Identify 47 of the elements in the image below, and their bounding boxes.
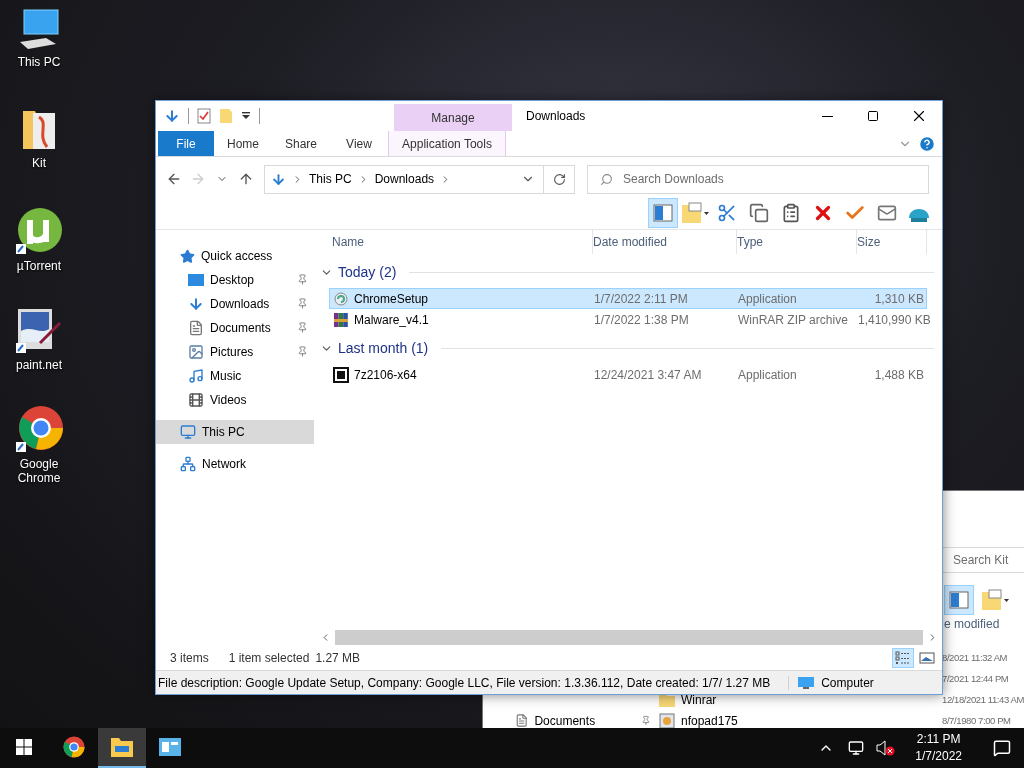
ribbon-tab[interactable]: File	[158, 131, 214, 156]
desktop-shortcut[interactable]: This PC	[0, 8, 78, 107]
ribbon-tab[interactable]: Share	[272, 131, 330, 156]
column-header[interactable]: Size	[857, 230, 927, 254]
nav-item[interactable]: Videos	[156, 388, 314, 412]
date-cell-text: 8/7/1980 7:00 PM	[942, 714, 1011, 728]
nav-item[interactable]: This PC	[156, 420, 314, 444]
file-name[interactable]: Winrar	[651, 692, 717, 707]
window-title: Downloads	[525, 108, 587, 125]
nav-item[interactable]: Desktop	[156, 268, 314, 292]
desktop-shortcut[interactable]: Google Chrome	[0, 404, 78, 503]
ribbon-tab[interactable]: Application Tools	[388, 131, 506, 156]
selection-count: 1 item selected	[228, 651, 310, 665]
group-header[interactable]: Last month (1)	[320, 336, 934, 360]
file-name[interactable]: nfopad175	[651, 712, 738, 728]
nav-item[interactable]: Quick access	[156, 244, 314, 268]
ribbon-tab[interactable]: View	[330, 131, 388, 156]
location-label: Computer	[789, 675, 874, 690]
nav-item[interactable]: Documents	[156, 316, 314, 340]
selection-size: 1.27 MB	[315, 651, 361, 665]
breadcrumb[interactable]: Downloads	[374, 172, 435, 186]
column-header[interactable]: Type	[737, 230, 857, 254]
nav-item[interactable]: Music	[156, 364, 314, 388]
nav-item[interactable]: Documents	[483, 710, 651, 728]
file-row[interactable]: ChromeSetup 1/7/2022 2:11 PM Application 1,310 KB	[329, 288, 927, 309]
file-row[interactable]: 7z2106-x64 12/24/2021 3:47 AM Application 1,488 KB	[329, 364, 927, 385]
column-header[interactable]: e modified	[942, 614, 1024, 635]
nav-item[interactable]: Pictures	[156, 340, 314, 364]
desktop-shortcut[interactable]: µTorrent	[0, 206, 78, 305]
date-cell-text: 8/2021 11:32 AM	[942, 651, 1008, 665]
date-cell-text: 7/2021 12:44 PM	[942, 672, 1009, 686]
date-cell-text: 12/18/2021 11:43 AM	[942, 693, 1024, 707]
column-header[interactable]: Date modified	[593, 230, 737, 254]
address-bar[interactable]: This PC Downloads	[264, 164, 544, 194]
desktop-shortcut[interactable]: Kit	[0, 107, 78, 206]
file-details-text: File description: Google Update Setup, Company: Google LLC, File version: 1.3.36.112, Date created: 1/7/ 1.27 MB	[158, 675, 790, 690]
breadcrumb[interactable]: This PC	[309, 172, 352, 186]
group-header[interactable]: Today (2)	[320, 260, 934, 284]
column-header[interactable]: Name	[332, 230, 593, 254]
context-tab-header: Manage	[394, 104, 512, 131]
nav-item[interactable]: Network	[156, 452, 314, 476]
nav-item[interactable]: Downloads	[156, 292, 314, 316]
item-count: 3 items	[170, 651, 209, 665]
clock[interactable]: 2:11 PM 1/7/2022	[905, 731, 972, 765]
ribbon-tab[interactable]: Home	[214, 131, 272, 156]
desktop-shortcut[interactable]: paint.net	[0, 305, 78, 404]
search-field[interactable]: Search Downloads	[587, 164, 929, 194]
